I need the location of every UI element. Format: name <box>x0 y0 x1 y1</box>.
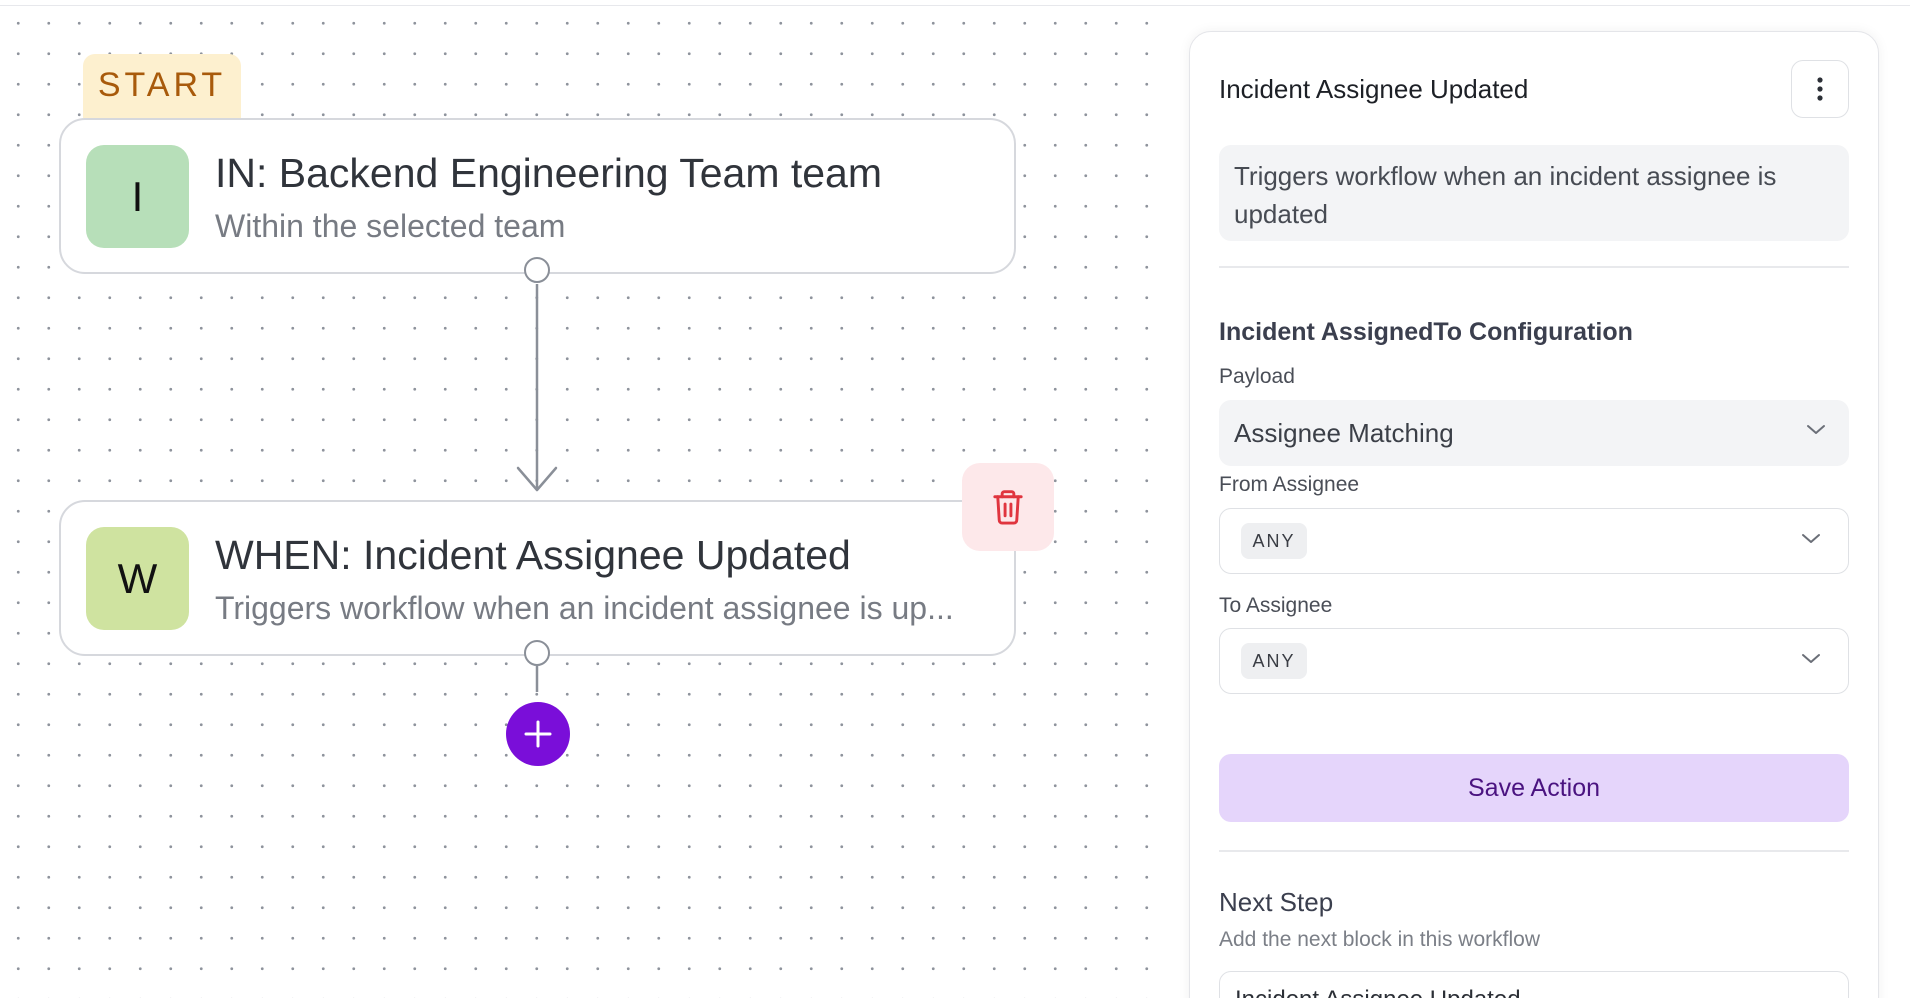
payload-label: Payload <box>1219 365 1295 388</box>
chevron-down-icon <box>1802 534 1820 543</box>
save-action-button[interactable]: Save Action <box>1219 754 1849 822</box>
more-options-button[interactable] <box>1791 60 1849 118</box>
next-step-value: Incident Assignee Updated <box>1235 986 1521 998</box>
in-node[interactable]: I IN: Backend Engineering Team team With… <box>59 118 1016 274</box>
config-heading: Incident AssignedTo Configuration <box>1219 318 1633 346</box>
divider <box>1219 850 1849 852</box>
chevron-down-icon <box>1807 425 1825 434</box>
next-step-subtitle: Add the next block in this workflow <box>1219 928 1540 951</box>
from-assignee-label: From Assignee <box>1219 473 1360 496</box>
add-step-button[interactable] <box>506 702 570 766</box>
node-letter-avatar: W <box>86 527 189 630</box>
node-subtitle: Triggers workflow when an incident assig… <box>215 590 954 626</box>
plus-icon <box>524 720 552 748</box>
to-assignee-select[interactable]: ANY <box>1219 628 1849 694</box>
start-badge: START <box>83 54 241 118</box>
output-port[interactable] <box>524 640 550 666</box>
node-letter-avatar: I <box>86 145 189 248</box>
panel-description: Triggers workflow when an incident assig… <box>1219 145 1849 241</box>
delete-node-button[interactable] <box>962 463 1054 551</box>
node-title: IN: Backend Engineering Team team <box>215 150 883 196</box>
divider <box>1219 266 1849 268</box>
chevron-down-icon <box>1802 654 1820 663</box>
payload-value: Assignee Matching <box>1234 418 1454 448</box>
next-step-heading: Next Step <box>1219 887 1334 917</box>
node-subtitle: Within the selected team <box>215 208 566 244</box>
kebab-icon <box>1817 77 1823 101</box>
output-port[interactable] <box>524 257 550 283</box>
any-chip: ANY <box>1241 523 1307 559</box>
when-node[interactable]: W WHEN: Incident Assignee Updated Trigge… <box>59 500 1016 656</box>
panel-title: Incident Assignee Updated <box>1219 74 1529 104</box>
payload-select[interactable]: Assignee Matching <box>1219 400 1849 466</box>
node-title: WHEN: Incident Assignee Updated <box>215 532 851 578</box>
any-chip: ANY <box>1241 643 1307 679</box>
config-panel: Incident Assignee Updated Triggers workf… <box>1189 31 1879 998</box>
trash-icon <box>993 490 1023 525</box>
next-step-select[interactable]: Incident Assignee Updated <box>1219 971 1849 998</box>
to-assignee-label: To Assignee <box>1219 594 1333 617</box>
from-assignee-select[interactable]: ANY <box>1219 508 1849 574</box>
